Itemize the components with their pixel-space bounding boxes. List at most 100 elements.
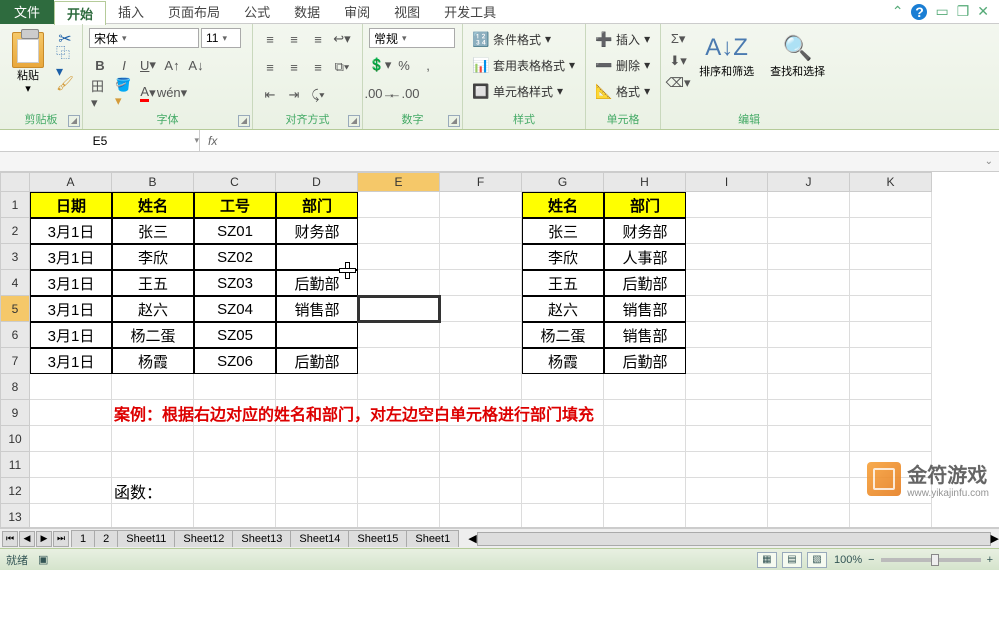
- tab-formulas[interactable]: 公式: [232, 0, 282, 24]
- zoom-slider[interactable]: [881, 558, 981, 562]
- tab-view[interactable]: 视图: [382, 0, 432, 24]
- cell[interactable]: [604, 478, 686, 504]
- row-header[interactable]: 11: [0, 452, 30, 478]
- cell[interactable]: [686, 192, 768, 218]
- cell[interactable]: [686, 296, 768, 322]
- cell[interactable]: [440, 322, 522, 348]
- sheet-nav-next[interactable]: ▶: [36, 531, 52, 547]
- cell[interactable]: [276, 374, 358, 400]
- clipboard-dialog-launcher[interactable]: ◢: [68, 115, 80, 127]
- cell[interactable]: 销售部: [604, 322, 686, 348]
- cell[interactable]: [768, 478, 850, 504]
- cell[interactable]: [440, 504, 522, 528]
- cell[interactable]: [112, 426, 194, 452]
- cell[interactable]: 张三: [522, 218, 604, 244]
- column-header[interactable]: A: [30, 172, 112, 192]
- sheet-tab[interactable]: 2: [94, 530, 118, 547]
- cell[interactable]: [686, 322, 768, 348]
- clear-button[interactable]: ⌫▾: [668, 73, 688, 93]
- help-icon[interactable]: ?: [911, 4, 927, 20]
- row-header[interactable]: 9: [0, 400, 30, 426]
- cell[interactable]: [768, 400, 850, 426]
- tab-layout[interactable]: 页面布局: [156, 0, 232, 24]
- cell[interactable]: 人事部: [604, 244, 686, 270]
- cell[interactable]: 3月1日: [30, 296, 112, 322]
- worksheet[interactable]: ABCDEFGHIJK1日期姓名工号部门姓名部门23月1日张三SZ01财务部张三…: [0, 172, 999, 528]
- sheet-tab[interactable]: Sheet11: [117, 530, 175, 547]
- row-header[interactable]: 7: [0, 348, 30, 374]
- align-middle-button[interactable]: ≡: [284, 29, 304, 49]
- cell[interactable]: 日期: [30, 192, 112, 218]
- insert-cells-button[interactable]: ➕插入 ▾: [592, 28, 654, 50]
- column-header[interactable]: G: [522, 172, 604, 192]
- cell[interactable]: [850, 426, 932, 452]
- cell[interactable]: [358, 218, 440, 244]
- cell[interactable]: [358, 374, 440, 400]
- decrease-font-button[interactable]: A↓: [186, 55, 206, 75]
- cell[interactable]: [686, 218, 768, 244]
- column-header[interactable]: K: [850, 172, 932, 192]
- underline-button[interactable]: U▾: [138, 55, 158, 75]
- cell[interactable]: [850, 244, 932, 270]
- cell[interactable]: 李欣: [112, 244, 194, 270]
- cell[interactable]: 李欣: [522, 244, 604, 270]
- row-header[interactable]: 1: [0, 192, 30, 218]
- font-name-dropdown[interactable]: 宋体: [89, 28, 199, 48]
- sheet-tab[interactable]: Sheet15: [348, 530, 407, 547]
- cell[interactable]: 姓名: [112, 192, 194, 218]
- cell[interactable]: [440, 192, 522, 218]
- sheet-nav-first[interactable]: ⏮: [2, 531, 18, 547]
- cell[interactable]: [276, 426, 358, 452]
- cell[interactable]: [112, 504, 194, 528]
- cell[interactable]: [850, 322, 932, 348]
- autosum-button[interactable]: Σ▾: [668, 29, 688, 49]
- cell[interactable]: [686, 400, 768, 426]
- row-header[interactable]: 10: [0, 426, 30, 452]
- ribbon-min-icon[interactable]: ⌃: [892, 3, 904, 20]
- phonetic-button[interactable]: wén▾: [162, 83, 182, 103]
- paste-button[interactable]: 粘贴▾: [6, 28, 50, 100]
- cell[interactable]: [768, 296, 850, 322]
- cell[interactable]: [30, 504, 112, 528]
- column-header[interactable]: J: [768, 172, 850, 192]
- increase-indent-button[interactable]: ⇥: [284, 85, 304, 105]
- view-normal-button[interactable]: ▦: [757, 552, 777, 568]
- minimize-icon[interactable]: ▭: [935, 3, 948, 20]
- cell[interactable]: [30, 400, 112, 426]
- cell[interactable]: 赵六: [522, 296, 604, 322]
- cell[interactable]: [440, 270, 522, 296]
- cell[interactable]: [194, 426, 276, 452]
- cell[interactable]: SZ04: [194, 296, 276, 322]
- comma-button[interactable]: ,: [418, 55, 438, 75]
- zoom-in-button[interactable]: +: [987, 554, 993, 566]
- tab-dev[interactable]: 开发工具: [432, 0, 508, 24]
- tab-home[interactable]: 开始: [54, 1, 106, 25]
- cell[interactable]: SZ05: [194, 322, 276, 348]
- cell[interactable]: 财务部: [276, 218, 358, 244]
- restore-icon[interactable]: ❐: [957, 3, 970, 20]
- cell[interactable]: [768, 452, 850, 478]
- cell[interactable]: [440, 296, 522, 322]
- row-header[interactable]: 4: [0, 270, 30, 296]
- cell[interactable]: 3月1日: [30, 218, 112, 244]
- find-select-button[interactable]: 🔍 查找和选择: [764, 28, 831, 83]
- cell[interactable]: [522, 504, 604, 528]
- row-header[interactable]: 6: [0, 322, 30, 348]
- cell[interactable]: 张三: [112, 218, 194, 244]
- cell[interactable]: 杨霞: [522, 348, 604, 374]
- cell-styles-button[interactable]: 🔲单元格样式 ▾: [469, 80, 567, 102]
- row-header[interactable]: 2: [0, 218, 30, 244]
- cell[interactable]: [440, 452, 522, 478]
- close-icon[interactable]: ✕: [977, 3, 989, 20]
- column-header[interactable]: D: [276, 172, 358, 192]
- cell[interactable]: 杨二蛋: [112, 322, 194, 348]
- cell[interactable]: [850, 348, 932, 374]
- cell[interactable]: [194, 452, 276, 478]
- row-header[interactable]: 8: [0, 374, 30, 400]
- cell[interactable]: 部门: [604, 192, 686, 218]
- font-dialog-launcher[interactable]: ◢: [238, 115, 250, 127]
- wrap-text-button[interactable]: ↩▾: [332, 29, 352, 49]
- sheet-tab[interactable]: Sheet13: [232, 530, 291, 547]
- cell[interactable]: [686, 504, 768, 528]
- cell[interactable]: 后勤部: [276, 270, 358, 296]
